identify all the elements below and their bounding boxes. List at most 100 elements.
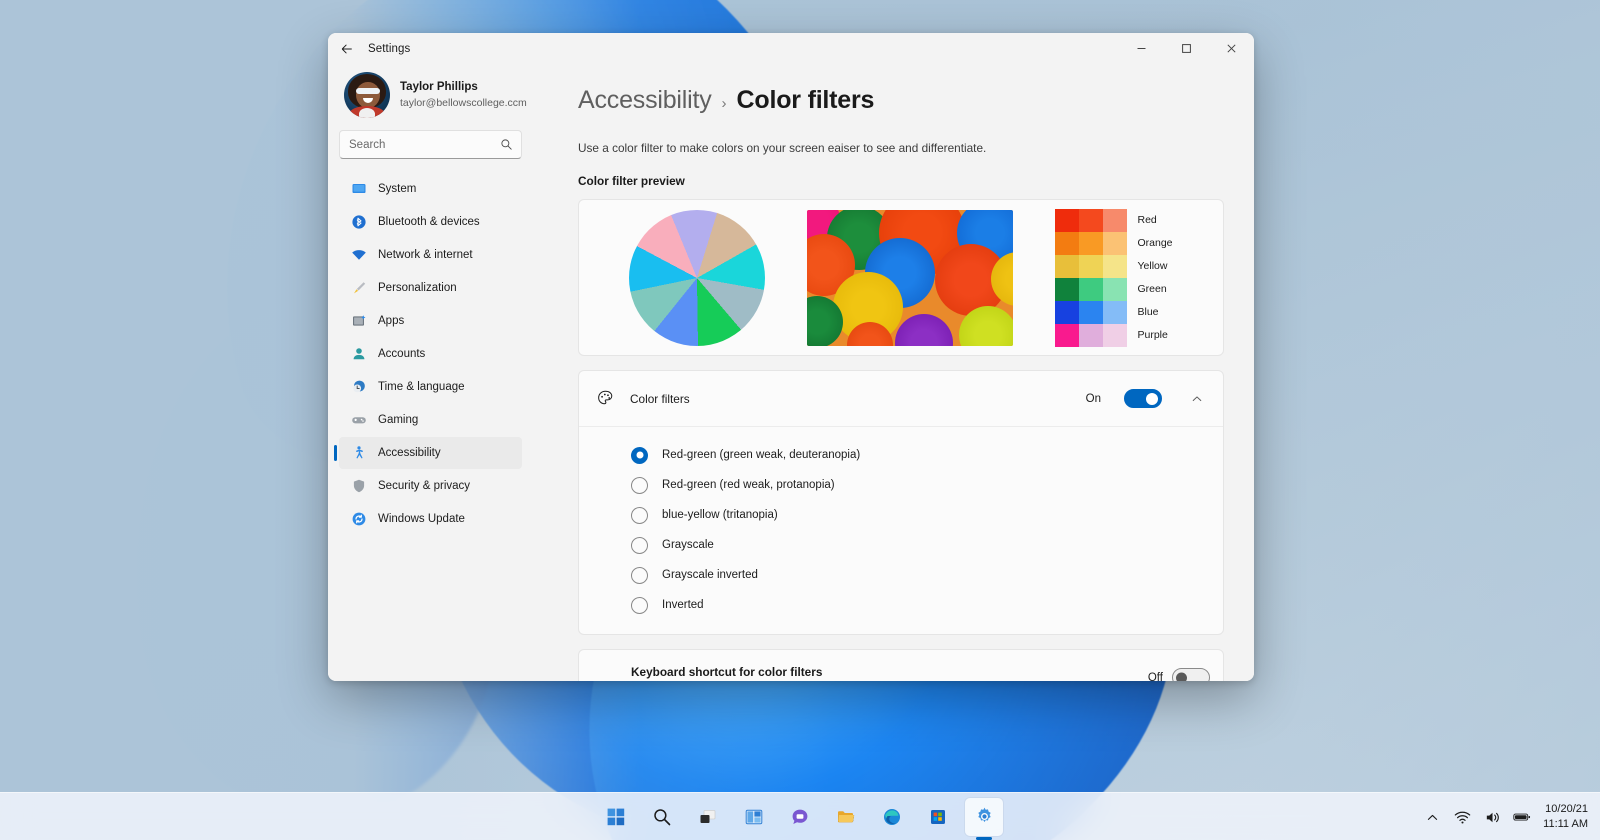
edge-button[interactable] xyxy=(873,798,911,836)
search-input[interactable] xyxy=(340,131,521,158)
battery-icon xyxy=(1513,810,1531,824)
sidebar-item-apps[interactable]: Apps xyxy=(339,305,522,337)
gear-icon xyxy=(974,806,995,827)
breadcrumb-parent[interactable]: Accessibility xyxy=(578,86,712,115)
keyboard-shortcut-toggle[interactable] xyxy=(1172,668,1210,681)
system-icon xyxy=(350,181,367,198)
color-filters-header[interactable]: Color filters On xyxy=(579,371,1223,427)
minimize-button[interactable] xyxy=(1119,33,1164,64)
clock-date: 10/20/21 xyxy=(1543,802,1588,817)
radio-option-grayscale-inverted[interactable]: Grayscale inverted xyxy=(579,560,1223,590)
color-filters-toggle[interactable] xyxy=(1124,389,1162,408)
tray-overflow-button[interactable] xyxy=(1423,811,1441,824)
swatch-cell xyxy=(1055,255,1079,278)
shield-icon xyxy=(350,478,367,495)
bluetooth-icon xyxy=(350,214,367,231)
sidebar-item-accessibility[interactable]: Accessibility xyxy=(339,437,522,469)
search-button[interactable] xyxy=(643,798,681,836)
color-filters-title: Color filters xyxy=(630,392,1072,406)
wifi-icon xyxy=(350,247,367,264)
sidebar-item-bluetooth-devices[interactable]: Bluetooth & devices xyxy=(339,206,522,238)
file-explorer-button[interactable] xyxy=(827,798,865,836)
content-pane: Accessibility › Color filters Use a colo… xyxy=(532,64,1254,681)
chevron-up-icon[interactable] xyxy=(1184,386,1210,412)
volume-button[interactable] xyxy=(1483,809,1501,826)
taskbar-buttons xyxy=(597,798,1003,836)
swatch-cell xyxy=(1079,324,1103,347)
network-button[interactable] xyxy=(1453,809,1471,826)
page-description: Use a color filter to make colors on you… xyxy=(578,141,1224,155)
radio-label: Grayscale xyxy=(662,539,714,551)
swatch-label: Orange xyxy=(1137,232,1172,255)
sidebar-item-windows-update[interactable]: Windows Update xyxy=(339,503,522,535)
radio-option-inverted[interactable]: Inverted xyxy=(579,590,1223,620)
swatch-label-column: Red Orange Yellow Green Blue Purple xyxy=(1137,209,1172,347)
keyboard-shortcut-title: Keyboard shortcut for color filters xyxy=(631,663,1148,681)
clock-time: 11:11 AM xyxy=(1543,817,1588,832)
radio-indicator[interactable] xyxy=(631,597,648,614)
sidebar-item-personalization[interactable]: Personalization xyxy=(339,272,522,304)
swatch-label: Red xyxy=(1137,209,1172,232)
widgets-icon xyxy=(744,807,764,827)
radio-option-tritanopia[interactable]: blue-yellow (tritanopia) xyxy=(579,500,1223,530)
sidebar-item-label: Accounts xyxy=(378,348,425,360)
battery-button[interactable] xyxy=(1513,810,1531,824)
sidebar-item-label: Network & internet xyxy=(378,249,473,261)
radio-label: Red-green (red weak, protanopia) xyxy=(662,479,835,491)
radio-indicator[interactable] xyxy=(631,477,648,494)
swatch-cell xyxy=(1055,232,1079,255)
sidebar-item-security-privacy[interactable]: Security & privacy xyxy=(339,470,522,502)
swatch-cell xyxy=(1055,301,1079,324)
radio-indicator[interactable] xyxy=(631,447,648,464)
swatch-cell xyxy=(1079,278,1103,301)
maximize-icon xyxy=(1181,43,1192,54)
radio-label: Grayscale inverted xyxy=(662,569,758,581)
close-button[interactable] xyxy=(1209,33,1254,64)
settings-button[interactable] xyxy=(965,798,1003,836)
sidebar-item-time-language[interactable]: Time & language xyxy=(339,371,522,403)
radio-label: blue-yellow (tritanopia) xyxy=(662,509,778,521)
search-box[interactable] xyxy=(339,130,522,159)
maximize-button[interactable] xyxy=(1164,33,1209,64)
sidebar-item-network-internet[interactable]: Network & internet xyxy=(339,239,522,271)
preview-section-label: Color filter preview xyxy=(578,174,1224,188)
radio-indicator[interactable] xyxy=(631,507,648,524)
settings-window: Settings xyxy=(328,33,1254,681)
sidebar-item-accounts[interactable]: Accounts xyxy=(339,338,522,370)
sidebar-item-gaming[interactable]: Gaming xyxy=(339,404,522,436)
radio-option-protanopia[interactable]: Red-green (red weak, protanopia) xyxy=(579,470,1223,500)
radio-indicator[interactable] xyxy=(631,537,648,554)
back-button[interactable] xyxy=(332,34,362,64)
chat-button[interactable] xyxy=(781,798,819,836)
sidebar-nav: System Bluetooth & devices Network & int… xyxy=(339,173,522,536)
start-button[interactable] xyxy=(597,798,635,836)
sidebar-item-label: Bluetooth & devices xyxy=(378,216,480,228)
store-icon xyxy=(928,807,948,827)
sidebar-item-label: Time & language xyxy=(378,381,465,393)
account-icon xyxy=(350,346,367,363)
chat-icon xyxy=(790,807,810,827)
radio-indicator[interactable] xyxy=(631,567,648,584)
swatch-cell xyxy=(1079,301,1103,324)
page-title: Color filters xyxy=(737,86,875,115)
sidebar-item-label: System xyxy=(378,183,416,195)
sidebar-item-label: Apps xyxy=(378,315,404,327)
paintbrush-icon xyxy=(350,280,367,297)
sidebar-item-label: Security & privacy xyxy=(378,480,470,492)
task-view-button[interactable] xyxy=(689,798,727,836)
widgets-button[interactable] xyxy=(735,798,773,836)
clock[interactable]: 10/20/21 11:11 AM xyxy=(1543,802,1588,832)
search-icon xyxy=(652,807,672,827)
gamepad-icon xyxy=(350,412,367,429)
accessibility-icon xyxy=(350,445,367,462)
swatch-cell xyxy=(1079,232,1103,255)
sidebar-item-system[interactable]: System xyxy=(339,173,522,205)
radio-label: Red-green (green weak, deuteranopia) xyxy=(662,449,860,461)
swatch-cell xyxy=(1055,278,1079,301)
radio-option-deuteranopia[interactable]: Red-green (green weak, deuteranopia) xyxy=(579,440,1223,470)
back-arrow-icon xyxy=(340,42,354,56)
account-block[interactable]: Taylor Phillips taylor@bellowscollege.cc… xyxy=(339,64,522,128)
radio-option-grayscale[interactable]: Grayscale xyxy=(579,530,1223,560)
microsoft-store-button[interactable] xyxy=(919,798,957,836)
speaker-icon xyxy=(1484,809,1501,826)
